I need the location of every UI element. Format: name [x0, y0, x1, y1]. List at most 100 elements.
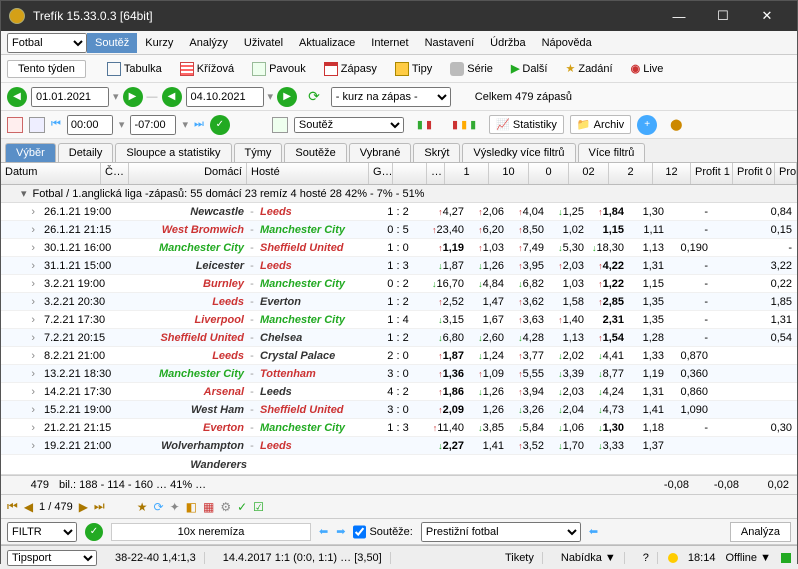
tab-1[interactable]: Detaily	[58, 143, 114, 162]
tab-6[interactable]: Skrýt	[413, 143, 460, 162]
col-10[interactable]: 10	[489, 163, 529, 184]
collapse-icon[interactable]: ▾	[21, 187, 27, 200]
plus-icon[interactable]: +	[637, 115, 657, 135]
grid-icon[interactable]	[29, 117, 45, 133]
date-from-input[interactable]	[31, 87, 109, 107]
live-button[interactable]: ◉Live	[624, 59, 671, 78]
tab-3[interactable]: Týmy	[234, 143, 283, 162]
archiv-button[interactable]: 📁Archiv	[570, 115, 631, 134]
tipy-button[interactable]: Tipy	[388, 59, 439, 79]
filtr-select[interactable]: FILTR	[7, 522, 77, 542]
col-1[interactable]: 1	[445, 163, 489, 184]
tab-2[interactable]: Sloupce a statistiky	[115, 143, 231, 162]
menu-údržba[interactable]: Údržba	[482, 33, 533, 53]
kurz-select[interactable]: - kurz na zápas -	[331, 87, 451, 107]
tipsport-select[interactable]: Tipsport	[7, 550, 97, 566]
table-row[interactable]: ›8.2.21 21:00Leeds-Crystal Palace2 : 01,…	[1, 347, 797, 365]
table-row[interactable]: ›30.1.21 16:00Manchester City-Sheffield …	[1, 239, 797, 257]
last-icon[interactable]: ⏭	[194, 118, 204, 131]
tabulka-button[interactable]: Tabulka	[100, 59, 169, 79]
sport-select[interactable]: Fotbal	[7, 33, 87, 53]
check2-icon[interactable]: ☑	[253, 500, 264, 514]
col-hoste[interactable]: Hosté	[247, 163, 369, 184]
col-v[interactable]: …	[427, 163, 445, 184]
check-icon[interactable]: ✓	[237, 500, 247, 514]
col-domaci[interactable]: Domácí	[129, 163, 247, 184]
tab-7[interactable]: Výsledky více filtrů	[462, 143, 575, 162]
table-row[interactable]: ›14.2.21 17:30Arsenal-Leeds4 : 21,861,26…	[1, 383, 797, 401]
zadani-button[interactable]: ★Zadání	[558, 59, 619, 78]
table-row[interactable]: ›3.2.21 19:00Burnley-Manchester City0 : …	[1, 275, 797, 293]
souteze-check[interactable]: Soutěže:	[353, 522, 412, 542]
date-to-input[interactable]	[186, 87, 264, 107]
star-icon[interactable]: ★	[137, 500, 148, 514]
prestiz-select[interactable]: Prestižní fotbal	[421, 522, 581, 542]
coin-icon[interactable]: ⬤	[663, 115, 689, 134]
filter-mid[interactable]: 10x neremíza	[111, 523, 311, 541]
arrow-right-icon[interactable]: ➡	[336, 525, 345, 538]
tool1-icon[interactable]: ✦	[170, 500, 180, 514]
table-row[interactable]: ›26.1.21 21:15West Bromwich-Manchester C…	[1, 221, 797, 239]
time1-input[interactable]	[67, 115, 113, 135]
tikety-button[interactable]: Tikety	[497, 552, 543, 564]
tab-8[interactable]: Více filtrů	[578, 143, 646, 162]
pavouk-button[interactable]: Pavouk	[245, 59, 313, 79]
menu-internet[interactable]: Internet	[363, 33, 416, 53]
arrow-left-icon[interactable]: ⬅	[319, 525, 328, 538]
col-c[interactable]: Č…	[101, 163, 129, 184]
krizova-button[interactable]: Křížová	[173, 59, 241, 79]
maximize-button[interactable]: ☐	[701, 1, 745, 31]
sq-icon[interactable]	[272, 117, 288, 133]
col-02[interactable]: 02	[569, 163, 609, 184]
date-from-prev[interactable]: ◀	[7, 87, 27, 107]
table-row[interactable]: ›3.2.21 20:30Leeds-Everton1 : 22,521,473…	[1, 293, 797, 311]
col-p0[interactable]: Profit 0	[733, 163, 775, 184]
col-p2[interactable]: Profit 2	[775, 163, 797, 184]
chart2-icon[interactable]: ▮▮▮	[445, 115, 483, 134]
table-row[interactable]: ›13.2.21 18:30Manchester City-Tottenham3…	[1, 365, 797, 383]
analyza-button[interactable]: Analýza	[730, 522, 791, 542]
refresh-icon[interactable]: ⟳	[301, 85, 327, 108]
col-2[interactable]: 2	[609, 163, 653, 184]
last-page-icon[interactable]: ⏭	[94, 499, 105, 514]
time2-input[interactable]	[130, 115, 176, 135]
col-p1[interactable]: Profit 1	[691, 163, 733, 184]
table-row[interactable]: ›7.2.21 17:30Liverpool-Manchester City1 …	[1, 311, 797, 329]
prev-page-icon[interactable]: ◀	[24, 500, 33, 514]
menu-uživatel[interactable]: Uživatel	[236, 33, 291, 53]
ok-icon[interactable]: ✓	[210, 115, 230, 135]
next-page-icon[interactable]: ▶	[79, 500, 88, 514]
soutez-select[interactable]: Soutěž	[294, 117, 404, 133]
date-from-next[interactable]: ▶	[123, 87, 143, 107]
tab-4[interactable]: Soutěže	[284, 143, 346, 162]
minimize-button[interactable]: —	[657, 1, 701, 31]
nabidka-button[interactable]: Nabídka ▼	[553, 552, 625, 564]
col-datum[interactable]: Datum	[1, 163, 101, 184]
tool3-icon[interactable]: ▦	[203, 500, 214, 514]
menu-nastavení[interactable]: Nastavení	[417, 33, 483, 53]
tab-0[interactable]: Výběr	[5, 143, 56, 162]
chart1-icon[interactable]: ▮▮	[410, 115, 439, 134]
col-12[interactable]: 12	[653, 163, 691, 184]
first-icon[interactable]: ⏮	[51, 118, 61, 131]
col-g[interactable]: G…	[369, 163, 393, 184]
tool2-icon[interactable]: ◧	[186, 500, 197, 514]
table-row[interactable]: ›7.2.21 20:15Sheffield United-Chelsea1 :…	[1, 329, 797, 347]
menu-kurzy[interactable]: Kurzy	[137, 33, 181, 53]
filter-go-icon[interactable]: ✓	[85, 523, 103, 541]
reload-icon[interactable]: ⟳	[154, 500, 164, 514]
col-0[interactable]: 0	[529, 163, 569, 184]
statistiky-button[interactable]: 📈Statistiky	[489, 115, 564, 134]
table-row[interactable]: ›31.1.21 15:00Leicester-Leeds1 : 31,871,…	[1, 257, 797, 275]
cal-icon[interactable]	[7, 117, 23, 133]
tab-5[interactable]: Vybrané	[349, 143, 412, 162]
menu-soutěž[interactable]: Soutěž	[87, 33, 137, 53]
table-row[interactable]: ›26.1.21 19:00Newcastle-Leeds1 : 24,272,…	[1, 203, 797, 221]
offline-button[interactable]: Offline ▼	[725, 552, 771, 564]
menu-aktualizace[interactable]: Aktualizace	[291, 33, 363, 53]
table-row[interactable]: ›15.2.21 19:00West Ham-Sheffield United3…	[1, 401, 797, 419]
table-row[interactable]: ›19.2.21 21:00Wolverhampton-Leeds2,271,4…	[1, 437, 797, 455]
table-row[interactable]: ›21.2.21 21:15Everton-Manchester City1 :…	[1, 419, 797, 437]
date-to-prev[interactable]: ◀	[162, 87, 182, 107]
gear-icon[interactable]: ⚙	[220, 500, 231, 514]
